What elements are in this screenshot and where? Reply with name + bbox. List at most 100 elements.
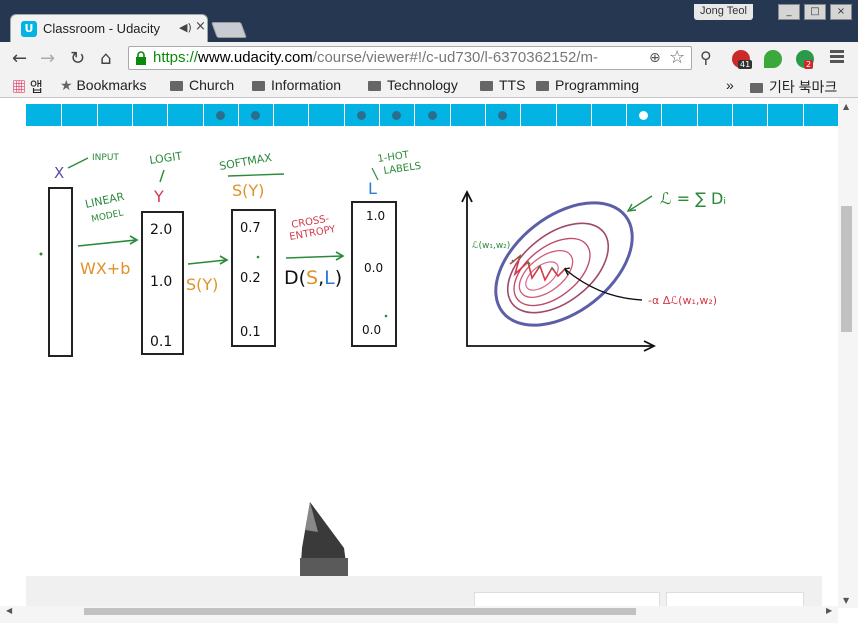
progress-completed-dot[interactable] bbox=[498, 111, 508, 120]
progress-completed-dot[interactable] bbox=[250, 111, 260, 120]
progress-divider bbox=[696, 104, 698, 126]
folder-icon bbox=[536, 81, 549, 91]
onehot-value: 1.0 bbox=[366, 209, 385, 223]
input-box bbox=[48, 187, 73, 357]
apps-shortcut[interactable]: ▦ 앱 bbox=[12, 77, 43, 97]
progress-divider bbox=[732, 104, 734, 126]
bookmark-tts[interactable]: TTS bbox=[480, 77, 525, 93]
progress-divider bbox=[308, 104, 310, 126]
star-icon: ★ bbox=[60, 77, 73, 93]
progress-completed-dot[interactable] bbox=[392, 111, 402, 120]
progress-divider bbox=[237, 104, 239, 126]
progress-divider bbox=[661, 104, 663, 126]
vertical-scrollbar[interactable]: ▲ ▼ bbox=[838, 98, 858, 608]
home-icon[interactable]: ⌂ bbox=[100, 48, 111, 69]
sy-label: S(Y) bbox=[232, 181, 264, 200]
prob-value: 0.1 bbox=[240, 325, 261, 340]
softmax-label: SOFTMAX bbox=[218, 151, 273, 173]
progress-divider bbox=[767, 104, 769, 126]
vertical-scroll-thumb[interactable] bbox=[841, 206, 852, 332]
loss-equation: ℒ = ∑ Dᵢ bbox=[660, 189, 726, 208]
address-bar[interactable]: https://www.udacity.com/course/viewer#!/… bbox=[128, 46, 692, 70]
minimize-button[interactable]: _ bbox=[778, 4, 800, 20]
back-icon[interactable]: ← bbox=[12, 48, 27, 69]
bookmark-other[interactable]: 기타 북마크 bbox=[750, 77, 837, 97]
progress-divider bbox=[590, 104, 592, 126]
folder-icon bbox=[480, 81, 493, 91]
logit-value: 2.0 bbox=[150, 222, 172, 238]
cross-entropy-function: D(S,L) bbox=[284, 267, 342, 289]
lecture-drawing: X INPUT LINEAR MODEL WX+b LOGIT Y 2.0 1.… bbox=[39, 149, 726, 357]
bookmark-star-icon[interactable]: ☆ bbox=[669, 47, 685, 68]
pen-image bbox=[300, 502, 348, 578]
search-icon[interactable]: ⚲ bbox=[700, 48, 712, 67]
progress-completed-dot[interactable] bbox=[356, 111, 366, 120]
speaker-icon[interactable]: ◀) bbox=[179, 21, 192, 34]
x-label: X bbox=[54, 164, 64, 182]
l-label: L bbox=[368, 179, 377, 198]
tab-classroom[interactable]: U Classroom - Udacity ◀) × bbox=[10, 14, 208, 42]
progress-divider bbox=[414, 104, 416, 126]
progress-completed-dot[interactable] bbox=[427, 111, 437, 120]
scroll-right-icon: ▶ bbox=[826, 606, 833, 615]
maximize-button[interactable]: □ bbox=[804, 4, 826, 20]
bookmarks-bar: ▦ 앱 ★ Bookmarks Church Information Techn… bbox=[0, 74, 858, 98]
logit-label: LOGIT bbox=[149, 149, 184, 166]
progress-divider bbox=[131, 104, 133, 126]
progress-divider bbox=[167, 104, 169, 126]
page-content: X INPUT LINEAR MODEL WX+b LOGIT Y 2.0 1.… bbox=[0, 98, 858, 625]
progress-divider bbox=[273, 104, 275, 126]
menu-icon[interactable] bbox=[830, 50, 844, 64]
scroll-down-icon: ▼ bbox=[843, 596, 850, 605]
gradient-step-label: -α Δℒ(w₁,w₂) bbox=[648, 294, 717, 307]
bookmark-church[interactable]: Church bbox=[170, 77, 234, 93]
adblock-icon[interactable]: 41 bbox=[732, 50, 753, 69]
input-label: INPUT bbox=[92, 153, 119, 163]
close-window-button[interactable]: × bbox=[830, 4, 852, 20]
horizontal-scroll-thumb[interactable] bbox=[84, 608, 636, 615]
progress-divider bbox=[449, 104, 451, 126]
onehot-value: 0.0 bbox=[362, 323, 381, 337]
bookmark-information[interactable]: Information bbox=[252, 77, 341, 93]
folder-icon bbox=[252, 81, 265, 91]
lesson-progress-bar bbox=[26, 104, 838, 126]
progress-divider bbox=[484, 104, 486, 126]
extension-icon[interactable]: 2 bbox=[796, 50, 814, 69]
scroll-left-icon: ◀ bbox=[6, 606, 13, 615]
leaf-icon[interactable] bbox=[764, 50, 782, 68]
progress-divider bbox=[379, 104, 381, 126]
bookmarks-overflow-button[interactable]: » bbox=[726, 77, 734, 93]
progress-current-dot[interactable] bbox=[639, 111, 649, 120]
progress-completed-dot[interactable] bbox=[215, 111, 225, 120]
prob-value: 0.7 bbox=[240, 221, 261, 236]
bookmark-bookmarks[interactable]: ★ Bookmarks bbox=[60, 77, 146, 94]
url-text: https://www.udacity.com/course/viewer#!/… bbox=[153, 49, 598, 66]
tab-close-button[interactable]: × bbox=[195, 19, 206, 34]
progress-divider bbox=[96, 104, 98, 126]
prob-value: 0.2 bbox=[240, 271, 261, 286]
bookmark-programming[interactable]: Programming bbox=[536, 77, 639, 93]
logit-value: 1.0 bbox=[150, 274, 172, 290]
bookmark-technology[interactable]: Technology bbox=[368, 77, 458, 93]
model-label: MODEL bbox=[91, 208, 125, 225]
folder-icon bbox=[750, 83, 763, 93]
progress-divider bbox=[520, 104, 522, 126]
progress-divider bbox=[61, 104, 63, 126]
horizontal-scrollbar[interactable]: ◀ ▶ bbox=[0, 606, 838, 623]
forward-icon[interactable]: → bbox=[40, 48, 55, 69]
softmax-function-label: S(Y) bbox=[186, 275, 218, 294]
linear-label: LINEAR bbox=[84, 190, 126, 211]
udacity-icon: U bbox=[21, 21, 37, 37]
zoom-icon[interactable]: ⊕ bbox=[649, 50, 661, 66]
onehot-value: 0.0 bbox=[364, 261, 383, 275]
new-tab-button[interactable] bbox=[211, 22, 247, 38]
folder-icon bbox=[368, 81, 381, 91]
lock-icon bbox=[136, 51, 146, 65]
progress-divider bbox=[343, 104, 345, 126]
browser-toolbar: ← → ↻ ⌂ https://www.udacity.com/course/v… bbox=[0, 42, 858, 74]
reload-icon[interactable]: ↻ bbox=[70, 48, 85, 69]
user-name[interactable]: Jong Teol bbox=[694, 4, 753, 20]
wxb-label: WX+b bbox=[80, 259, 130, 278]
progress-divider bbox=[555, 104, 557, 126]
logit-value: 0.1 bbox=[150, 334, 172, 350]
